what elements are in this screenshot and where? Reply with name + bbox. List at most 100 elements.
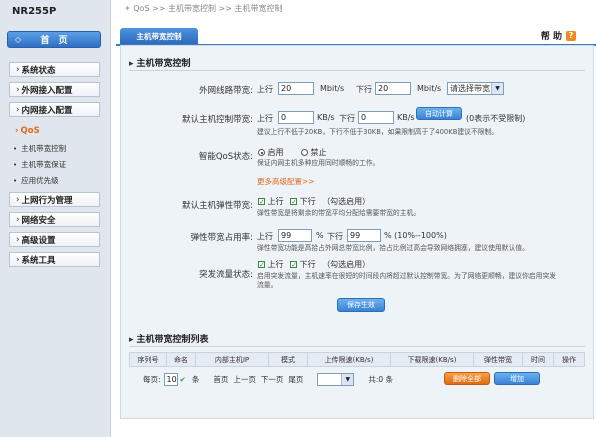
chevron-right-icon: › — [16, 234, 20, 245]
next-page-link[interactable]: 下一页 — [261, 374, 284, 385]
default-up-input[interactable]: 0 — [278, 111, 314, 124]
burst-up-checkbox[interactable]: ✓ — [258, 261, 265, 269]
wan-up-label: 上行 — [257, 85, 273, 94]
radio-off[interactable] — [301, 149, 308, 156]
check-icon[interactable]: ✔ — [180, 375, 186, 384]
menu-label: 外网接入配置 — [21, 85, 73, 96]
host-bw-table: 序列号 命名 内部主机IP 模式 上传限速(KB/s) 下载限速(KB/s) 弹… — [129, 352, 585, 367]
menu-label: 网络安全 — [21, 215, 56, 226]
help-label: 帮 助 — [540, 32, 562, 42]
elastic-bw-label: 默认主机弹性带宽: — [182, 201, 253, 211]
elastic-hint: （勾选启用） — [322, 197, 371, 206]
first-page-link[interactable]: 首页 — [213, 374, 228, 385]
section-title: ▸ 主机带宽控制 — [129, 59, 191, 69]
default-bw-label: 默认主机控制带宽: — [182, 115, 253, 125]
settings-panel: ▸ 主机带宽控制 外网线路带宽: 上行 20 Mbit/s 下行 20 Mbit/… — [120, 45, 594, 419]
menu-wan-config[interactable]: › 外网接入配置 — [9, 82, 100, 97]
wan-bw-label: 外网线路带宽: — [199, 86, 253, 96]
burst-down-label: 下行 — [299, 260, 316, 269]
smart-qos-label: 智能QoS状态: — [198, 152, 253, 162]
elastic-up-label: 上行 — [267, 197, 284, 206]
menu-system-tools[interactable]: › 系统工具 — [9, 252, 100, 267]
menu-advanced[interactable]: › 高级设置 — [9, 232, 100, 247]
menu-behavior-mgmt[interactable]: › 上网行为管理 — [9, 192, 100, 207]
burst-note-1: 启用突发流量，主机速率在很短的时间段内将超过默认控制带宽。为了网络更顺畅，建议你… — [257, 272, 557, 280]
default-down-input[interactable]: 0 — [358, 111, 394, 124]
prev-page-link[interactable]: 上一页 — [233, 374, 256, 385]
divider — [129, 70, 585, 71]
last-page-link[interactable]: 尾页 — [288, 374, 303, 385]
auto-calc-button[interactable]: 自动计算 — [416, 107, 462, 120]
burst-note-2: 流量。 — [257, 281, 278, 289]
sidebar: NR255P ◇ 首 页 › 系统状态 › 外网接入配置 › 内网接入配置 › QoS … — [0, 0, 111, 437]
home-arrow-icon: ◇ — [15, 35, 22, 44]
chevron-down-icon: ▼ — [341, 374, 354, 385]
bullet-icon: • — [13, 160, 18, 169]
elastic-down-checkbox[interactable]: ✓ — [290, 198, 298, 206]
wan-up-unit: Mbit/s — [320, 84, 345, 93]
delete-all-button[interactable]: 删除全部 — [444, 372, 490, 385]
wan-down-input[interactable]: 20 — [375, 82, 411, 95]
page-select[interactable]: ▼ — [317, 373, 355, 386]
chevron-right-icon: › — [16, 84, 20, 95]
wan-up-input[interactable]: 20 — [278, 82, 314, 95]
col-mode: 模式 — [268, 352, 308, 367]
bandwidth-select-value: 请选择带宽 — [450, 84, 490, 93]
menu-network-security[interactable]: › 网络安全 — [9, 212, 100, 227]
per-page-unit: 条 — [191, 375, 200, 384]
breadcrumb-text: QoS >> 主机带宽控制 >> 主机带宽控制 — [133, 4, 283, 13]
menu-qos[interactable]: › QoS — [9, 123, 100, 138]
default-up-unit: KB/s — [317, 113, 335, 122]
col-elastic: 弹性带宽 — [473, 352, 523, 367]
breadcrumb: ✦ QoS >> 主机带宽控制 >> 主机带宽控制 — [124, 3, 283, 14]
menu-label: 内网接入配置 — [21, 105, 73, 116]
menu-label: 上网行为管理 — [21, 195, 73, 206]
elastic-down-label: 下行 — [299, 197, 316, 206]
burst-label: 突发流量状态: — [199, 270, 253, 280]
radio-on[interactable] — [258, 149, 265, 156]
home-button[interactable]: ◇ 首 页 — [7, 31, 101, 48]
help-link[interactable]: 帮 助? — [541, 29, 576, 42]
per-page-input[interactable]: 10 — [163, 373, 178, 386]
tab-host-bw-control[interactable]: 主机带宽控制 — [120, 28, 198, 44]
elastic-up-checkbox[interactable]: ✓ — [258, 198, 265, 206]
occupy-down-label: 下行 — [327, 232, 343, 241]
save-button[interactable]: 保存生效 — [337, 298, 385, 312]
chevron-right-icon: › — [16, 104, 20, 115]
menu-lan-config[interactable]: › 内网接入配置 — [9, 102, 100, 117]
submenu-host-bw-guarantee[interactable]: • 主机带宽保证 — [13, 159, 66, 170]
burst-up-label: 上行 — [267, 260, 284, 269]
wan-down-label: 下行 — [356, 85, 372, 94]
more-settings-link[interactable]: 更多高级配置>> — [257, 176, 315, 187]
wan-down-unit: Mbit/s — [417, 84, 442, 93]
bullet-icon: • — [13, 144, 18, 153]
submenu-app-priority[interactable]: • 应用优先级 — [13, 175, 59, 186]
default-down-label: 下行 — [339, 114, 355, 123]
occupy-down-input[interactable]: 99 — [347, 229, 381, 242]
add-button[interactable]: 增加 — [494, 372, 540, 385]
occupy-up-input[interactable]: 99 — [278, 229, 312, 242]
menu-label: 系统工具 — [21, 255, 56, 266]
submenu-label: 主机带宽控制 — [21, 144, 67, 153]
col-upload: 上传限速(KB/s) — [307, 352, 391, 367]
burst-down-checkbox[interactable]: ✓ — [290, 261, 298, 269]
chevron-right-icon: › — [16, 254, 20, 265]
main-content: ✦ QoS >> 主机带宽控制 >> 主机带宽控制 主机带宽控制 帮 助? ▸ 主… — [116, 0, 596, 437]
menu-label: QoS — [20, 125, 40, 136]
elastic-note: 弹性带宽是将剩余的带宽平均分配给需要带宽的主机。 — [257, 209, 421, 217]
device-model: NR255P — [12, 6, 57, 17]
burst-hint: （勾选启用） — [322, 260, 371, 269]
default-bw-hint: (0表示不受限制) — [466, 114, 526, 123]
menu-label: 系统状态 — [21, 65, 56, 76]
radio-on-label: 启用 — [267, 148, 284, 157]
question-icon: ? — [566, 30, 576, 41]
chevron-right-icon: › — [16, 194, 20, 205]
col-name: 命名 — [166, 352, 196, 367]
elastic-checks: ✓ 上行 ✓ 下行 （勾选启用） — [258, 196, 370, 207]
submenu-host-bw-control[interactable]: • 主机带宽控制 — [13, 143, 66, 154]
table-header-row: 序列号 命名 内部主机IP 模式 上传限速(KB/s) 下载限速(KB/s) 弹… — [129, 352, 585, 367]
bandwidth-select[interactable]: 请选择带宽 ▼ — [447, 82, 504, 95]
divider — [129, 346, 585, 347]
default-up-label: 上行 — [257, 114, 273, 123]
menu-system-status[interactable]: › 系统状态 — [9, 62, 100, 77]
